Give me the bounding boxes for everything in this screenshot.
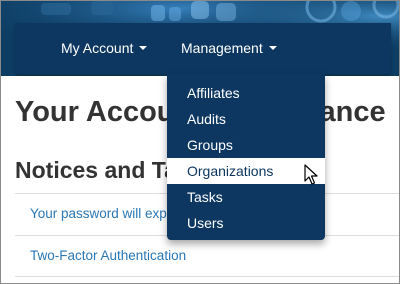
mouse-pointer-icon (304, 164, 318, 185)
menu-item-affiliates[interactable]: Affiliates (167, 80, 325, 106)
menu-item-organizations[interactable]: Organizations (167, 158, 325, 184)
nav-my-account-label: My Account (61, 40, 134, 56)
menu-item-audits[interactable]: Audits (167, 106, 325, 132)
notice-row: Two-Factor Authentication (15, 235, 399, 277)
menu-item-groups[interactable]: Groups (167, 132, 325, 158)
caret-down-icon (268, 46, 277, 51)
main-navbar: My Account Management (15, 23, 391, 74)
nav-my-account[interactable]: My Account (61, 23, 148, 74)
header-banner: My Account Management (1, 1, 399, 76)
caret-down-icon (139, 46, 148, 51)
menu-item-users[interactable]: Users (167, 210, 325, 236)
nav-management-label: Management (181, 40, 263, 56)
management-dropdown-menu: Affiliates Audits Groups Organizations T… (167, 74, 325, 240)
menu-item-tasks[interactable]: Tasks (167, 184, 325, 210)
nav-management[interactable]: Management (181, 23, 277, 74)
browser-frame: My Account Management Your Account Maint… (0, 0, 400, 284)
password-expiry-link[interactable]: Your password will expire (30, 206, 182, 221)
two-factor-link[interactable]: Two-Factor Authentication (30, 248, 186, 263)
